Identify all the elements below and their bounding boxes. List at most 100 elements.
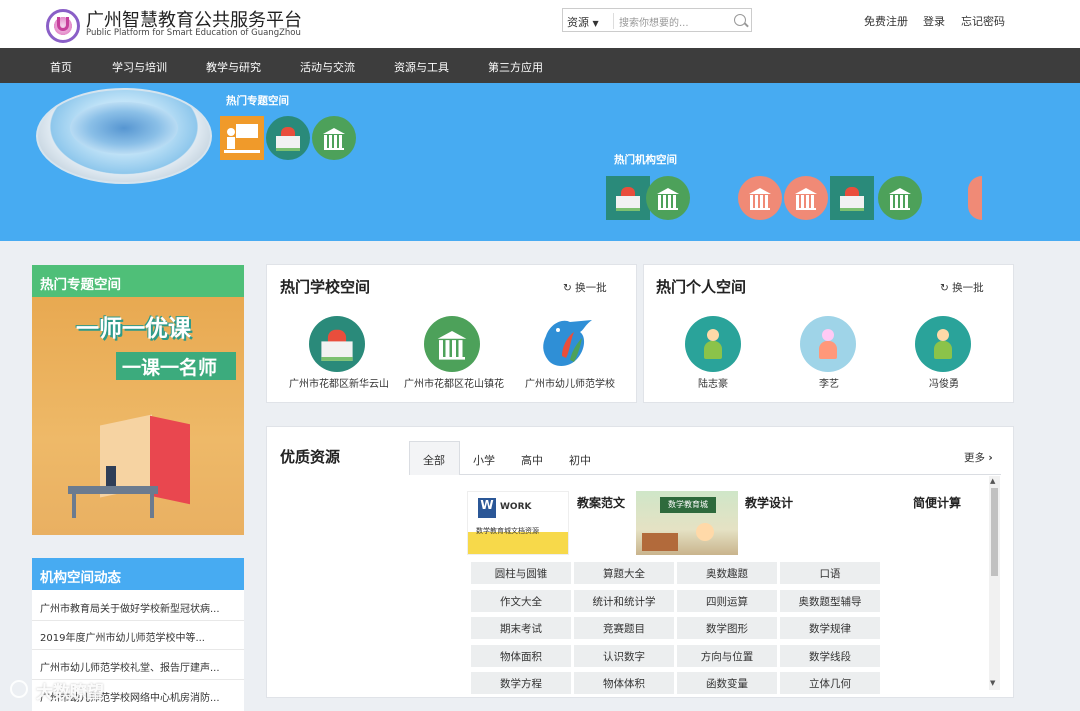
poster-desk-leg bbox=[150, 494, 154, 518]
org-space-building-icon[interactable] bbox=[646, 176, 690, 220]
more-link[interactable]: 更多 › bbox=[964, 450, 993, 465]
feature-label[interactable]: 教案范文 bbox=[577, 494, 625, 511]
school-logo-icon[interactable] bbox=[309, 316, 365, 372]
topic-space-teacher-icon[interactable] bbox=[220, 116, 264, 160]
lesson-plan-thumb[interactable]: W WORK 数学教育城文档资源 bbox=[467, 491, 569, 555]
teaching-design-thumb[interactable]: 数学教育城 bbox=[636, 491, 738, 555]
hot-schools-title: 热门学校空间 bbox=[280, 278, 371, 296]
org-space-building-icon[interactable] bbox=[878, 176, 922, 220]
resource-tag[interactable]: 方向与位置 bbox=[677, 645, 777, 667]
refresh-label: 换一批 bbox=[952, 282, 984, 294]
avatar[interactable] bbox=[800, 316, 856, 372]
search-icon[interactable] bbox=[734, 14, 746, 26]
scroll-down-icon[interactable]: ▼ bbox=[990, 679, 995, 687]
org-news-item[interactable]: 2019年度广州市幼儿师范学校中等... bbox=[40, 629, 240, 644]
poster-line1: 一师一优课 bbox=[76, 316, 191, 342]
tab-underline bbox=[409, 474, 1001, 475]
hot-schools-refresh-button[interactable]: ↻ 换一批 bbox=[563, 280, 607, 295]
resource-tag[interactable]: 统计和统计学 bbox=[574, 590, 674, 612]
platform-diagram-core bbox=[70, 102, 178, 154]
thumb-caption: 数学教育城文档资源 bbox=[476, 527, 539, 535]
org-news-item[interactable]: 广州市幼儿师范学校礼堂、报告厅建声... bbox=[40, 659, 240, 674]
scroll-up-icon[interactable]: ▲ bbox=[990, 477, 995, 485]
org-news-panel-title: 机构空间动态 bbox=[32, 558, 244, 590]
org-space-school-icon[interactable] bbox=[830, 176, 874, 220]
person-name[interactable]: 冯俊勇 bbox=[914, 375, 974, 390]
divider bbox=[32, 649, 244, 650]
person-name[interactable]: 李艺 bbox=[799, 375, 859, 390]
org-space-building-icon[interactable] bbox=[784, 176, 828, 220]
poster-desk bbox=[68, 486, 158, 494]
nav-item-teaching[interactable]: 教学与研究 bbox=[206, 59, 261, 75]
search-type-label: 资源 bbox=[567, 16, 589, 29]
feature-label[interactable]: 简便计算 bbox=[913, 494, 961, 511]
site-subtitle: Public Platform for Smart Education of G… bbox=[86, 28, 301, 38]
hot-persons-refresh-button[interactable]: ↻ 换一批 bbox=[940, 280, 984, 295]
school-name[interactable]: 广州市花都区花山镇花 bbox=[398, 375, 510, 390]
resource-tag[interactable]: 奥数趣题 bbox=[677, 562, 777, 584]
nav-item-home[interactable]: 首页 bbox=[50, 59, 72, 75]
school-building-icon[interactable] bbox=[424, 316, 480, 372]
resource-tag[interactable]: 奥数题型辅导 bbox=[780, 590, 880, 612]
nav-item-activities[interactable]: 活动与交流 bbox=[300, 59, 355, 75]
hot-topic-panel-title: 热门专题空间 bbox=[32, 265, 244, 297]
org-space-building-icon[interactable] bbox=[738, 176, 782, 220]
nav-item-resources[interactable]: 资源与工具 bbox=[394, 59, 449, 75]
platform-logo-icon[interactable] bbox=[46, 9, 80, 43]
resource-tag[interactable]: 期末考试 bbox=[471, 617, 571, 639]
org-news-item[interactable]: 广州市教育局关于做好学校新型冠状病... bbox=[40, 600, 240, 615]
tab-middle-school[interactable]: 初中 bbox=[569, 452, 591, 468]
school-name[interactable]: 广州市花都区新华云山 bbox=[283, 375, 395, 390]
search-type-select[interactable]: 资源 ▼ bbox=[567, 14, 599, 30]
topic-space-building-icon[interactable] bbox=[312, 116, 356, 160]
search-input[interactable]: 搜索你想要的... bbox=[619, 14, 689, 29]
nav-item-learning[interactable]: 学习与培训 bbox=[112, 59, 167, 75]
feature-label[interactable]: 教学设计 bbox=[745, 494, 793, 511]
search-box: 资源 ▼ 搜索你想要的... bbox=[562, 8, 752, 32]
resource-tag[interactable]: 口语 bbox=[780, 562, 880, 584]
resource-tag[interactable]: 数学方程 bbox=[471, 672, 571, 694]
org-space-school-icon[interactable] bbox=[606, 176, 650, 220]
word-doc-icon: W bbox=[478, 498, 496, 518]
resource-tag[interactable]: 竞赛题目 bbox=[574, 617, 674, 639]
avatar[interactable] bbox=[915, 316, 971, 372]
resource-tag[interactable]: 数学线段 bbox=[780, 645, 880, 667]
tab-high-school[interactable]: 高中 bbox=[521, 452, 543, 468]
login-link[interactable]: 登录 bbox=[923, 13, 945, 29]
tab-primary[interactable]: 小学 bbox=[473, 452, 495, 468]
refresh-label: 换一批 bbox=[575, 282, 607, 294]
refresh-icon: ↻ bbox=[563, 282, 572, 294]
resource-tag[interactable]: 数学规律 bbox=[780, 617, 880, 639]
resource-tag[interactable]: 认识数字 bbox=[574, 645, 674, 667]
resource-tag[interactable]: 数学图形 bbox=[677, 617, 777, 639]
thumb-text: 数学教育城 bbox=[660, 497, 716, 513]
school-name[interactable]: 广州市幼儿师范学校 bbox=[515, 375, 625, 390]
resource-tag[interactable]: 作文大全 bbox=[471, 590, 571, 612]
resource-tag[interactable]: 物体面积 bbox=[471, 645, 571, 667]
register-link[interactable]: 免费注册 bbox=[864, 13, 908, 29]
hot-org-space-label: 热门机构空间 bbox=[614, 154, 677, 166]
resource-tag[interactable]: 四则运算 bbox=[677, 590, 777, 612]
tab-all[interactable]: 全部 bbox=[423, 452, 445, 468]
divider bbox=[32, 620, 244, 621]
forgot-password-link[interactable]: 忘记密码 bbox=[961, 13, 1005, 29]
resource-tag[interactable]: 立体几何 bbox=[780, 672, 880, 694]
topic-space-school-icon[interactable] bbox=[266, 116, 310, 160]
nav-item-third-party[interactable]: 第三方应用 bbox=[488, 59, 543, 75]
org-space-partial-icon[interactable] bbox=[968, 176, 982, 220]
thumb-child bbox=[696, 523, 714, 541]
resource-tag[interactable]: 函数变量 bbox=[677, 672, 777, 694]
avatar[interactable] bbox=[685, 316, 741, 372]
person-name[interactable]: 陆志豪 bbox=[683, 375, 743, 390]
watermark-icon bbox=[10, 680, 28, 698]
resource-tag[interactable]: 物体体积 bbox=[574, 672, 674, 694]
refresh-icon: ↻ bbox=[940, 282, 949, 294]
poster-desk-leg bbox=[72, 494, 76, 518]
hot-persons-title: 热门个人空间 bbox=[656, 278, 747, 296]
scrollbar-thumb[interactable] bbox=[991, 488, 998, 576]
hot-topic-space-label: 热门专题空间 bbox=[226, 95, 289, 107]
resource-tag[interactable]: 圆柱与圆锥 bbox=[471, 562, 571, 584]
school-dove-logo-icon[interactable] bbox=[540, 316, 596, 372]
resource-tag[interactable]: 算题大全 bbox=[574, 562, 674, 584]
chevron-down-icon: ▼ bbox=[592, 19, 599, 28]
